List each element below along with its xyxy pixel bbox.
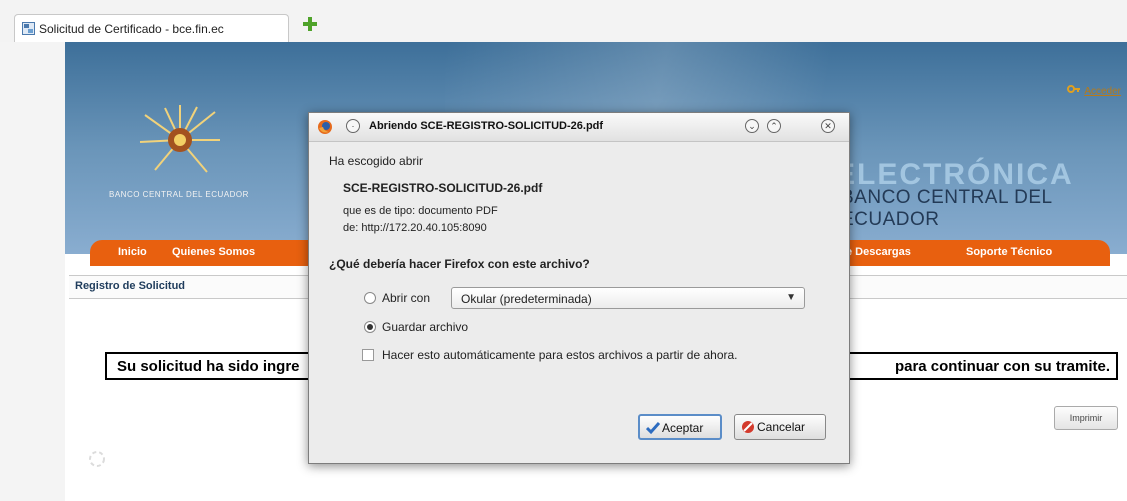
dialog-titlebar[interactable]: · Abriendo SCE-REGISTRO-SOLICITUD-26.pdf… [309, 113, 849, 142]
bank-name-small: BANCO CENTRAL DEL ECUADOR [109, 190, 249, 199]
dialog-title: Abriendo SCE-REGISTRO-SOLICITUD-26.pdf [369, 120, 604, 132]
message-left-text: Su solicitud ha sido ingre [117, 358, 300, 375]
browser-tab-bar: Solicitud de Certificado - bce.fin.ec [0, 0, 1127, 42]
page-favicon-icon [22, 22, 35, 35]
download-dialog: · Abriendo SCE-REGISTRO-SOLICITUD-26.pdf… [308, 112, 850, 464]
auto-action-checkbox[interactable] [362, 349, 374, 361]
bank-name-large: BANCO CENTRAL DEL ECUADOR [841, 187, 1052, 230]
tab-title: Solicitud de Certificado - bce.fin.ec [39, 22, 224, 36]
new-tab-plus-icon[interactable] [303, 17, 317, 31]
dialog-filename: SCE-REGISTRO-SOLICITUD-26.pdf [343, 181, 543, 195]
window-menu-icon[interactable]: · [346, 119, 360, 133]
acceder-label: Acceder [1084, 86, 1121, 97]
cancel-button-label: Cancelar [757, 420, 806, 434]
open-with-radio[interactable] [364, 292, 376, 304]
dialog-file-source: de: http://172.20.40.105:8090 [343, 222, 487, 234]
loading-spinner-icon [89, 451, 105, 467]
cancel-icon [742, 421, 754, 433]
nav-item-descargas[interactable]: e Descargas [846, 246, 911, 258]
accept-button[interactable]: Aceptar [638, 414, 722, 440]
nav-item-inicio[interactable]: Inicio [118, 246, 147, 258]
minimize-icon[interactable]: ⌄ [745, 119, 759, 133]
dialog-question: ¿Qué debería hacer Firefox con este arch… [329, 257, 590, 271]
section-title: Registro de Solicitud [75, 280, 186, 292]
bce-condor-logo-icon [139, 105, 220, 173]
acceder-link[interactable]: Acceder [1067, 84, 1121, 97]
chevron-down-icon: ▼ [786, 292, 796, 303]
checkmark-icon [646, 422, 660, 435]
open-with-app-select[interactable]: Okular (predeterminada) ▼ [451, 287, 805, 309]
key-icon [1067, 85, 1081, 93]
maximize-icon[interactable]: ⌃ [767, 119, 781, 133]
dialog-intro: Ha escogido abrir [329, 154, 424, 168]
accept-button-label: Aceptar [662, 421, 704, 435]
nav-item-soporte-tecnico[interactable]: Soporte Técnico [966, 246, 1052, 258]
dialog-file-type: que es de tipo: documento PDF [343, 205, 498, 217]
firefox-icon [318, 120, 332, 134]
close-icon[interactable]: ✕ [821, 119, 835, 133]
nav-item-quienes-somos[interactable]: Quienes Somos [172, 246, 255, 258]
cancel-button[interactable]: Cancelar [734, 414, 826, 440]
message-right-text: para continuar con su tramite. [894, 358, 1110, 375]
open-with-label[interactable]: Abrir con [382, 291, 430, 305]
browser-tab[interactable]: Solicitud de Certificado - bce.fin.ec [14, 14, 289, 42]
save-file-label[interactable]: Guardar archivo [382, 320, 468, 334]
print-button[interactable]: Imprimir [1054, 406, 1118, 430]
auto-action-label[interactable]: Hacer esto automáticamente para estos ar… [382, 348, 738, 362]
save-file-radio[interactable] [364, 321, 376, 333]
open-with-app-value: Okular (predeterminada) [461, 292, 592, 306]
